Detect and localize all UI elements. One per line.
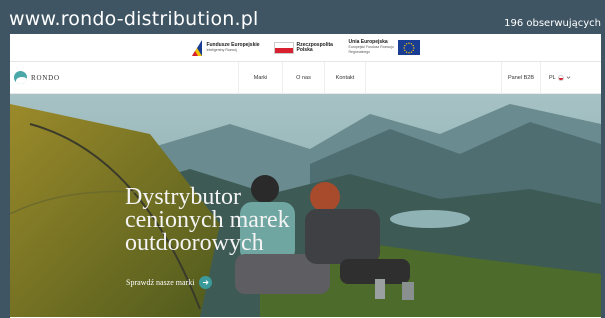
chevron-down-icon [566, 76, 571, 79]
cta-label: Sprawdź nasze marki [126, 278, 195, 287]
followers-count: 196 obserwujących [504, 18, 601, 29]
check-brands-button[interactable]: Sprawdź nasze marki [126, 276, 213, 289]
unia-europejska-logo: Unia Europejska Europejski Fundusz Rozwo… [349, 40, 420, 55]
fe-star-icon [191, 38, 204, 57]
rzeczpospolita-logo: Rzeczpospolita Polska [273, 41, 335, 54]
nav-item-o-nas[interactable]: O nas [282, 61, 324, 94]
hero-title: Dystrybutor cenionych marek outdoorowych [125, 184, 290, 256]
nav-item-marki[interactable]: Marki [238, 61, 282, 94]
brand-logo-link[interactable]: RONDO [10, 71, 238, 84]
website-frame: Fundusze Europejskie Inteligentny Rozwój… [10, 34, 601, 318]
hero-title-line-2: cenionych marek [125, 207, 290, 233]
hero-title-line-1: Dystrybutor [125, 184, 241, 210]
funds-title: Fundusze Europejskie [206, 41, 260, 48]
poland-title: Rzeczpospolita Polska [296, 41, 333, 53]
fundusze-europejskie-logo: Fundusze Europejskie Inteligentny Rozwój [191, 38, 260, 57]
language-selector[interactable]: PL [541, 74, 571, 81]
poland-flag-icon [273, 41, 294, 54]
overlay-strip: www.rondo-distribution.pl 196 obserwując… [0, 0, 605, 34]
nav-item-kontakt[interactable]: Kontakt [324, 61, 366, 94]
hero-background-photo [10, 94, 601, 317]
rondo-logo-icon [14, 71, 27, 84]
main-navbar: RONDO Marki O nas Kontakt Panel B2B PL [10, 61, 601, 94]
hero-banner: Dystrybutor cenionych marek outdoorowych… [10, 94, 601, 317]
arrow-right-icon [199, 276, 213, 289]
panel-b2b-link[interactable]: Panel B2B [501, 61, 541, 94]
funds-subtitle: Inteligentny Rozwój [206, 47, 237, 52]
eu-funding-strip: Fundusze Europejskie Inteligentny Rozwój… [10, 34, 601, 62]
eu-flag-icon [397, 40, 420, 55]
hero-title-line-3: outdoorowych [125, 230, 264, 256]
site-url-caption: www.rondo-distribution.pl [9, 8, 259, 30]
language-code: PL [549, 74, 556, 81]
poland-flag-icon [557, 74, 564, 81]
brand-name: RONDO [31, 73, 60, 82]
eu-subtitle: Europejski Fundusz Rozwoju Regionalnego [348, 45, 394, 54]
